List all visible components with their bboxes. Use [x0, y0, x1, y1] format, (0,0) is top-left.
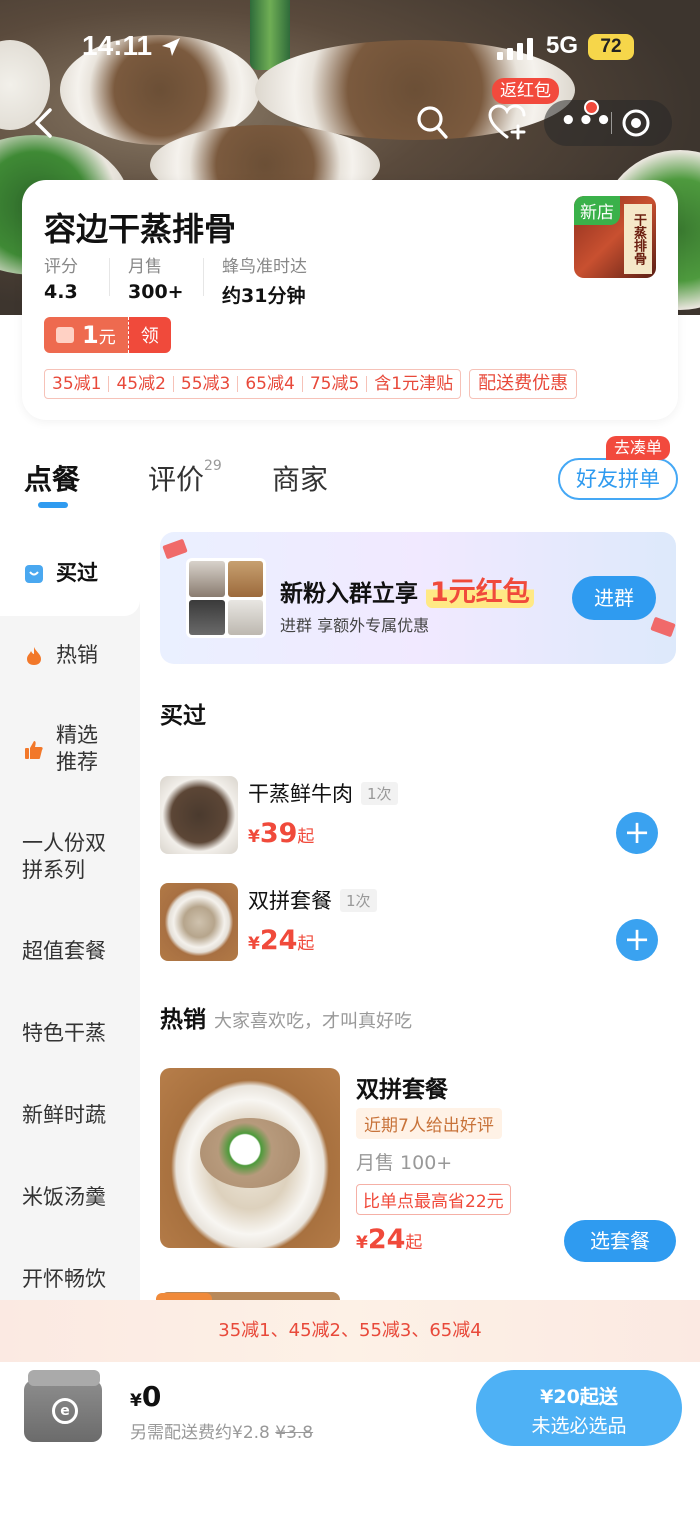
store-info-card: 容边干蒸排骨 评分 4.3 月售 300+ 蜂鸟准时达 约31分钟 1元 领 3…: [22, 180, 678, 420]
mini-program-capsule: •••: [544, 100, 672, 146]
purchase-count: 1次: [340, 889, 377, 912]
status-bar: 14:11 5G 72: [0, 30, 700, 70]
promo-tag: 65减4: [238, 376, 303, 393]
delivery-fee: 另需配送费约¥2.8 ¥3.8: [130, 1423, 314, 1443]
cart-total: ¥0: [130, 1380, 162, 1413]
stat-delivery-time: 蜂鸟准时达 约31分钟: [222, 257, 307, 307]
sidebar-item-bought[interactable]: 买过: [56, 560, 98, 587]
join-group-button[interactable]: 进群: [572, 576, 656, 620]
group-avatars: [186, 558, 266, 638]
next-item-tag-peek: [156, 1293, 212, 1300]
sidebar-item-featured[interactable]: 精选 推荐: [56, 722, 98, 776]
coupon-claim-label: 领: [127, 317, 171, 353]
monthly-sales: 月售 100+: [356, 1152, 453, 1174]
banner-title: 新粉入群立享 1元红包: [280, 570, 534, 609]
reviews-count: 29: [204, 458, 222, 474]
list-item[interactable]: 双拼套餐 1次 ¥24起 +: [160, 883, 676, 963]
favorite-heart-icon[interactable]: [488, 104, 526, 140]
store-tabs: 点餐 评价29 商家 好友拼单 去凑单: [0, 436, 700, 510]
item-name: 双拼套餐: [356, 1077, 448, 1103]
item-thumbnail: [160, 776, 238, 854]
red-envelope-icon: [162, 538, 188, 560]
item-name: 干蒸鲜牛肉 1次: [248, 778, 398, 808]
back-icon[interactable]: [28, 106, 62, 140]
coupon-button[interactable]: 1元 领: [44, 317, 171, 353]
discount-bar: 35减1、45减2、55减3、65减4: [0, 1300, 700, 1362]
network-type: 5G: [546, 32, 579, 59]
group-order-button[interactable]: 好友拼单: [558, 458, 678, 500]
signal-icon: [497, 38, 533, 60]
promo-tag: 75减5: [303, 376, 368, 393]
banner-subtitle: 进群 享额外专属优惠: [280, 616, 430, 635]
hongbao-badge: 返红包: [492, 78, 559, 104]
sidebar-item-single-combo[interactable]: 一人份双 拼系列: [22, 830, 106, 884]
notification-dot: [584, 100, 599, 115]
promo-tag: 含1元津贴: [374, 374, 454, 394]
item-price: ¥39起: [248, 818, 315, 849]
item-thumbnail: [160, 883, 238, 961]
promo-tags[interactable]: 35减1 45减2 55减3 65减4 75减5 含1元津贴 配送费优惠: [44, 369, 578, 399]
sidebar-item-drinks[interactable]: 开怀畅饮: [22, 1266, 106, 1293]
close-target-icon[interactable]: [622, 109, 650, 137]
location-arrow-icon: [162, 38, 180, 56]
stat-monthly-sales: 月售 300+: [128, 257, 184, 303]
tab-reviews[interactable]: 评价29: [148, 458, 222, 498]
battery-icon: 72: [588, 34, 634, 60]
checkout-button[interactable]: ¥20起送 未选必选品: [476, 1370, 682, 1446]
section-subtitle: 大家喜欢吃，才叫真好吃: [214, 1011, 412, 1032]
list-item[interactable]: 干蒸鲜牛肉 1次 ¥39起 +: [160, 776, 676, 856]
group-promo-banner[interactable]: 新粉入群立享 1元红包 进群 享额外专属优惠 进群: [160, 532, 676, 664]
thumbs-up-icon: [25, 741, 43, 759]
savings-tag: 比单点最高省22元: [356, 1184, 511, 1215]
search-icon[interactable]: [416, 105, 450, 141]
tab-merchant[interactable]: 商家: [272, 458, 328, 498]
item-price: ¥24起: [356, 1224, 423, 1255]
item-price: ¥24起: [248, 925, 315, 956]
sidebar-item-value-set[interactable]: 超值套餐: [22, 938, 106, 965]
tab-order[interactable]: 点餐: [24, 458, 80, 498]
sidebar-item-vegetables[interactable]: 新鲜时蔬: [22, 1102, 106, 1129]
section-title-bought: 买过: [160, 703, 206, 729]
new-store-badge: 新店: [574, 196, 620, 225]
group-order-tag: 去凑单: [606, 436, 671, 460]
promo-tag: 35减1: [45, 376, 110, 393]
item-thumbnail: [160, 1068, 340, 1248]
red-envelope-icon: [650, 616, 676, 638]
add-to-cart-button[interactable]: +: [616, 812, 658, 854]
stat-rating: 评分 4.3: [44, 257, 78, 303]
promo-tag: 45减2: [109, 376, 174, 393]
store-logo-text: 干蒸排骨: [624, 204, 652, 274]
status-time: 14:11: [82, 30, 153, 61]
sidebar-item-hot[interactable]: 热销: [56, 642, 98, 669]
cart-icon[interactable]: e: [24, 1370, 104, 1442]
review-tag: 近期7人给出好评: [356, 1108, 502, 1139]
sidebar-item-rice-soup[interactable]: 米饭汤羹: [22, 1184, 106, 1211]
purchase-count: 1次: [361, 782, 398, 805]
fire-icon: [27, 647, 41, 665]
coupon-gift-icon: [56, 327, 74, 343]
sidebar-item-specialty[interactable]: 特色干蒸: [22, 1020, 106, 1047]
add-to-cart-button[interactable]: +: [616, 919, 658, 961]
store-name: 容边干蒸排骨: [44, 210, 237, 248]
item-name: 双拼套餐 1次: [248, 885, 377, 915]
delivery-promo-tag: 配送费优惠: [469, 369, 578, 399]
promo-tag: 55减3: [174, 376, 239, 393]
choose-combo-button[interactable]: 选套餐: [564, 1220, 676, 1262]
bought-icon: [25, 565, 43, 583]
section-title-hot: 热销 大家喜欢吃，才叫真好吃: [160, 1007, 412, 1033]
store-logo: 新店 干蒸排骨: [574, 196, 656, 278]
cart-bar: e ¥0 另需配送费约¥2.8 ¥3.8 ¥20起送 未选必选品: [0, 1362, 700, 1517]
tab-active-indicator: [38, 502, 68, 508]
